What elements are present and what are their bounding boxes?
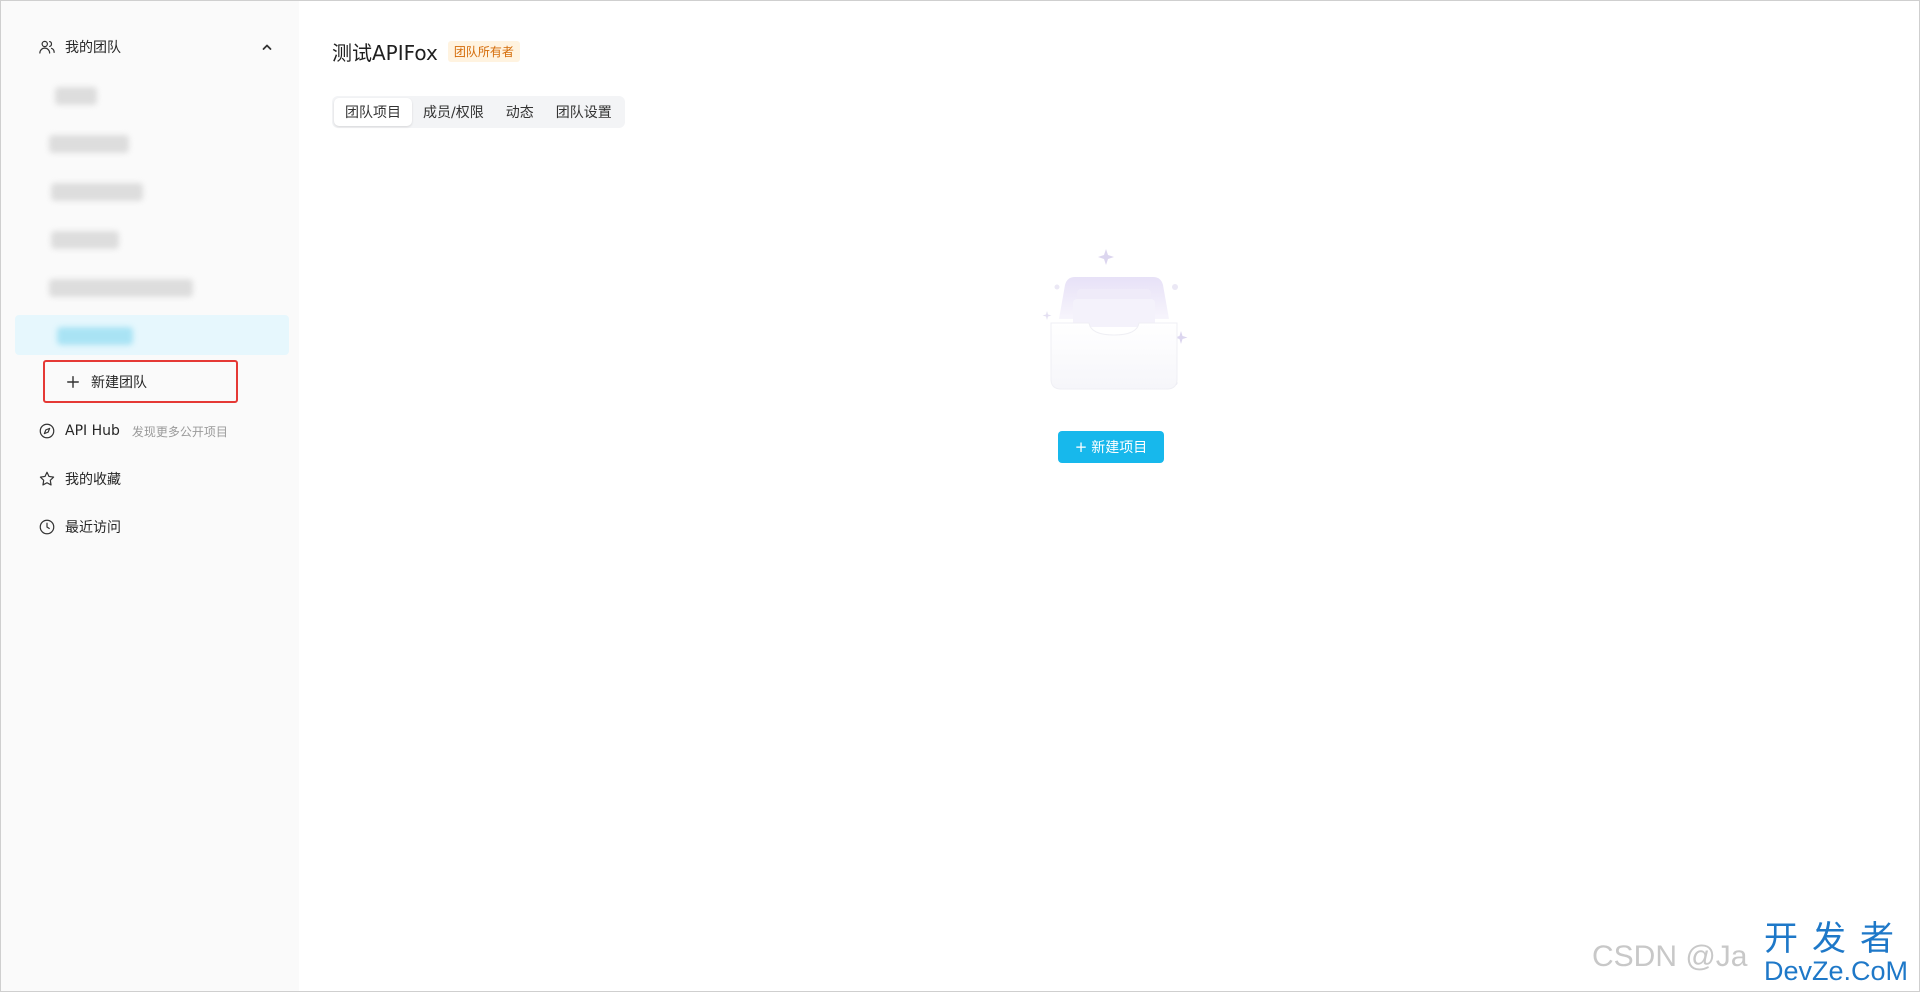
team-item[interactable] — [15, 75, 289, 115]
new-team-button[interactable]: 新建团队 — [43, 360, 238, 403]
blurred-team-name — [51, 183, 143, 201]
blurred-team-name — [49, 135, 129, 153]
clock-icon — [37, 517, 57, 537]
devze-watermark-en: DevZe.CoM — [1764, 956, 1909, 986]
devze-watermark: 开发者 DevZe.CoM — [1764, 922, 1908, 985]
plus-icon — [65, 374, 81, 390]
tab-activity[interactable]: 动态 — [495, 98, 545, 126]
team-item[interactable] — [15, 123, 289, 163]
favorites-nav[interactable]: 我的收藏 — [15, 459, 289, 499]
owner-badge: 团队所有者 — [447, 41, 520, 62]
team-item-active[interactable] — [15, 315, 289, 355]
tab-team-projects[interactable]: 团队项目 — [334, 98, 412, 126]
tab-team-settings[interactable]: 团队设置 — [545, 98, 623, 126]
tab-members-permissions[interactable]: 成员/权限 — [412, 98, 495, 126]
users-icon — [37, 37, 57, 57]
title-bar: 测试APIFox 团队所有者 — [332, 37, 520, 66]
main-content: 测试APIFox 团队所有者 团队项目 成员/权限 动态 团队设置 + 新建项目 — [299, 1, 1919, 991]
api-hub-label: API Hub — [65, 423, 120, 439]
create-project-label: 新建项目 — [1091, 440, 1148, 456]
sidebar: 我的团队 新建团队 API Hub 发现更多公开项目 我的收藏 最近访问 — [1, 1, 299, 991]
favorites-label: 我的收藏 — [65, 472, 121, 488]
api-hub-nav[interactable]: API Hub 发现更多公开项目 — [15, 411, 289, 451]
plus-icon: + — [1074, 438, 1088, 456]
star-icon — [37, 469, 57, 489]
devze-watermark-cn: 开发者 — [1764, 920, 1909, 958]
recent-nav[interactable]: 最近访问 — [15, 507, 289, 547]
compass-icon — [37, 421, 57, 441]
chevron-up-icon[interactable] — [259, 39, 275, 55]
empty-box-illustration — [1029, 243, 1199, 403]
team-tabs: 团队项目 成员/权限 动态 团队设置 — [332, 96, 625, 128]
my-teams-header[interactable]: 我的团队 — [15, 27, 289, 67]
blurred-team-name — [49, 279, 193, 297]
team-item[interactable] — [15, 219, 289, 259]
recent-label: 最近访问 — [65, 520, 121, 536]
blurred-team-name — [57, 327, 133, 345]
blurred-team-name — [51, 231, 119, 249]
create-project-button[interactable]: + 新建项目 — [1058, 431, 1164, 463]
csdn-watermark: CSDN @Ja — [1592, 940, 1748, 973]
team-item[interactable] — [15, 267, 289, 307]
team-item[interactable] — [15, 171, 289, 211]
blurred-team-name — [55, 87, 97, 105]
my-teams-label: 我的团队 — [65, 40, 121, 56]
page-title: 测试APIFox — [332, 41, 438, 65]
new-team-label: 新建团队 — [91, 374, 147, 391]
api-hub-subtitle: 发现更多公开项目 — [131, 424, 228, 439]
